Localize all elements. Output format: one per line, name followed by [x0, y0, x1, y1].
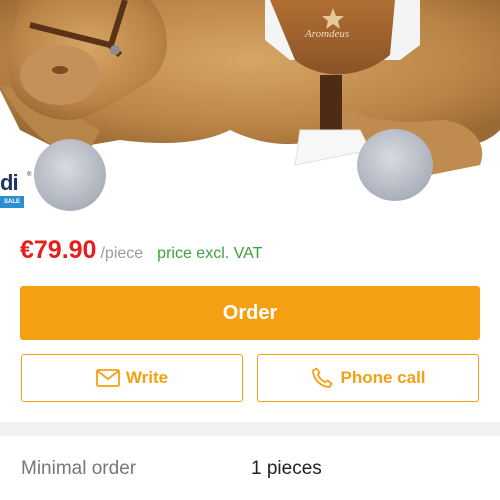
vat-note: price excl. VAT: [157, 245, 263, 262]
saddle-logo-text: Aromdeus: [304, 28, 349, 40]
phone-icon: [310, 366, 334, 390]
price: €79.90: [20, 236, 97, 264]
section-divider: [0, 422, 500, 436]
price-unit: /piece: [100, 245, 144, 262]
phone-call-button-label: Phone call: [340, 368, 426, 387]
price-row: €79.90 /piece price excl. VAT: [20, 230, 490, 270]
write-button-label: Write: [125, 368, 169, 387]
trademark-icon: ®: [27, 172, 32, 178]
phone-call-button[interactable]: Phone call: [257, 354, 479, 402]
order-button[interactable]: Order: [20, 286, 480, 340]
minimal-order-row: Minimal order 1 pieces: [0, 436, 500, 500]
plush-camel-illustration: Aromdeus: [0, 0, 500, 211]
product-image[interactable]: Aromdeus di ® SALE: [0, 0, 500, 230]
minimal-order-label: Minimal order: [21, 458, 137, 479]
brand-tag: SALE: [0, 196, 24, 208]
minimal-order-value: 1 pieces: [251, 458, 322, 479]
envelope-icon: [95, 369, 120, 387]
order-button-label: Order: [222, 301, 278, 324]
brand-name: di: [0, 170, 19, 195]
write-button[interactable]: Write: [21, 354, 243, 402]
brand-logo: di ® SALE: [0, 170, 32, 210]
